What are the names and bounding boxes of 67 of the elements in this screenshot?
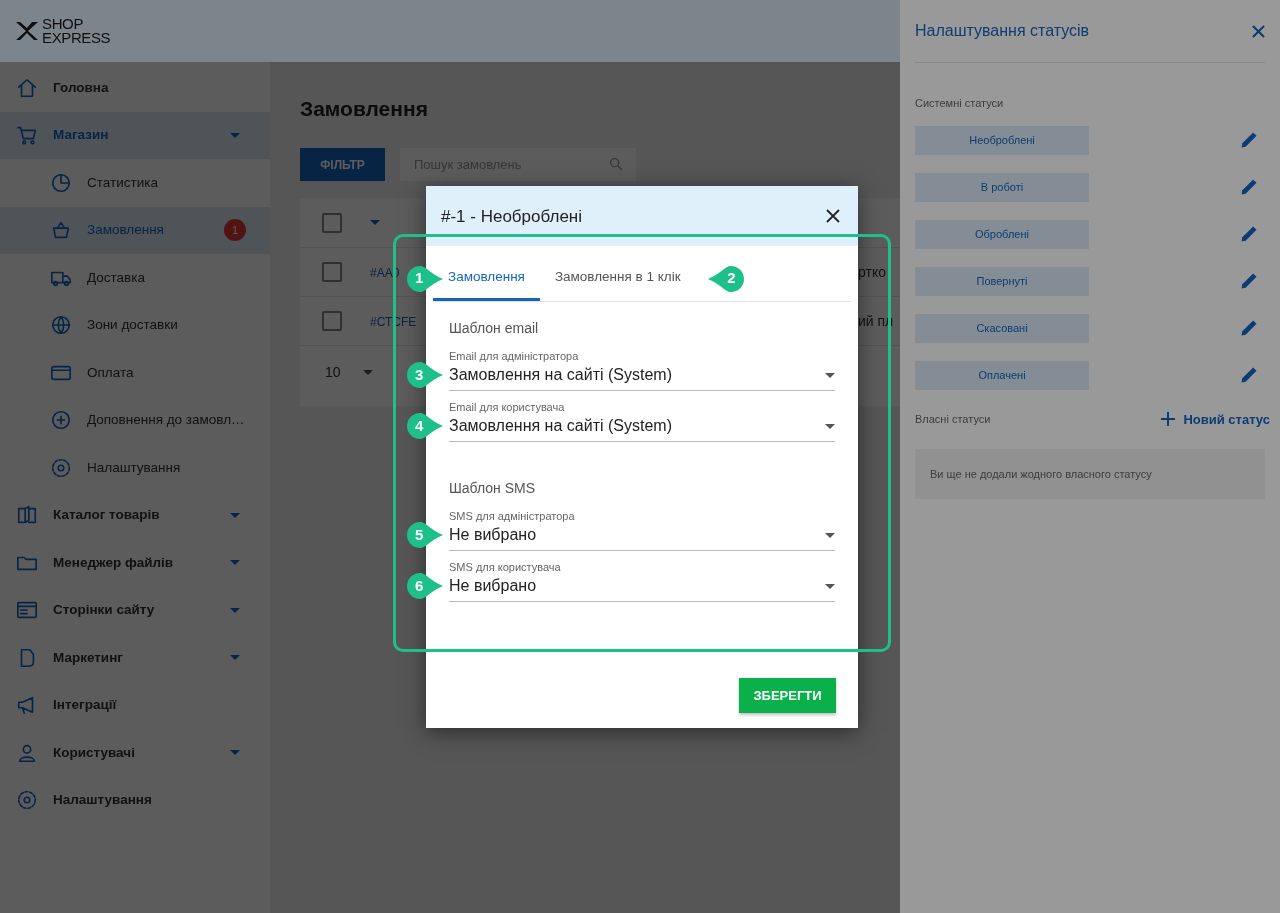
status-chip[interactable]: Необроблені: [915, 125, 1089, 155]
caret-icon: [825, 583, 835, 589]
select-field[interactable]: SMS для адміністратора Не вибрано: [449, 509, 835, 551]
section-heading: Шаблон email: [449, 319, 540, 338]
checkbox[interactable]: [322, 262, 342, 282]
dialog-title: #-1 - Необроблені: [441, 205, 583, 228]
page-size-select[interactable]: 10: [325, 361, 341, 383]
section-label: Власні статуси: [915, 412, 991, 427]
pencil-icon[interactable]: [1239, 318, 1259, 338]
sidebar-item[interactable]: Магазин: [0, 111, 270, 159]
callout-marker: 3: [407, 362, 443, 388]
callout-marker: 6: [407, 573, 443, 599]
caret-icon: [230, 607, 240, 613]
caret-icon: [230, 750, 240, 756]
filter-button[interactable]: ФІЛЬТР: [300, 148, 385, 181]
pencil-icon[interactable]: [1239, 271, 1259, 291]
section-heading: Шаблон SMS: [449, 479, 537, 498]
logo-icon: [14, 20, 40, 42]
pencil-icon[interactable]: [1239, 177, 1259, 197]
settings-icon: [16, 789, 38, 812]
caret-icon: [230, 560, 240, 566]
status-chip[interactable]: В роботі: [915, 172, 1089, 202]
select-field[interactable]: Email для адміністратора Замовлення на сайті (System): [449, 349, 835, 391]
checkbox[interactable]: [322, 212, 342, 233]
callout-marker: 2: [707, 265, 744, 292]
caret-icon: [230, 132, 240, 138]
settings-icon: [50, 456, 72, 479]
globe-icon: [50, 314, 72, 337]
callout-marker: 1: [407, 265, 443, 292]
caret-icon: [825, 532, 835, 538]
table-cell-text: ртко: [858, 262, 886, 282]
sidebar-item[interactable]: Замовлення 1: [0, 206, 270, 254]
pencil-icon[interactable]: [1239, 130, 1259, 150]
status-chip[interactable]: Повернуті: [915, 266, 1089, 296]
logo-text: EXPRESS: [42, 31, 111, 45]
callout-marker: 5: [407, 522, 443, 548]
status-chip[interactable]: Оплачені: [915, 360, 1089, 390]
logo-text: SHOP: [42, 17, 84, 31]
panel-title: Налаштування статусів: [915, 21, 1090, 41]
section-label: Системні статуси: [915, 96, 1005, 111]
callout-marker: 4: [407, 413, 443, 439]
sort-icon: [370, 220, 380, 225]
status-chip[interactable]: Оброблені: [915, 219, 1089, 249]
search-icon: [608, 156, 624, 172]
caret-icon: [230, 512, 240, 518]
caret-icon: [230, 655, 240, 661]
pencil-icon[interactable]: [1239, 365, 1259, 385]
select-field[interactable]: SMS для користувача Не вибрано: [449, 560, 835, 602]
tab[interactable]: Замовлення в 1 клік: [539, 256, 696, 301]
pie-chart-icon: [50, 171, 72, 194]
caret-icon: [362, 369, 373, 375]
new-status-button[interactable]: Новий статус: [1161, 409, 1270, 429]
close-icon[interactable]: [826, 209, 840, 223]
empty-message: Ви ще не додали жодного власного статусу: [930, 466, 1152, 482]
plus-circle-icon: [50, 409, 72, 432]
home-icon: [16, 76, 38, 99]
status-chip[interactable]: Скасовані: [915, 313, 1089, 343]
cart-icon: [16, 124, 38, 147]
notification-badge: 1: [224, 219, 246, 242]
page-title: Замовлення: [300, 96, 428, 122]
checkbox[interactable]: [322, 311, 342, 331]
caret-icon: [825, 372, 835, 378]
pencil-icon[interactable]: [1239, 224, 1259, 244]
caret-icon: [825, 423, 835, 429]
save-button[interactable]: ЗБЕРЕГТИ: [739, 678, 836, 713]
select-field[interactable]: Email для користувача Замовлення на сайті (System): [449, 400, 835, 442]
plus-icon: [1161, 412, 1176, 427]
